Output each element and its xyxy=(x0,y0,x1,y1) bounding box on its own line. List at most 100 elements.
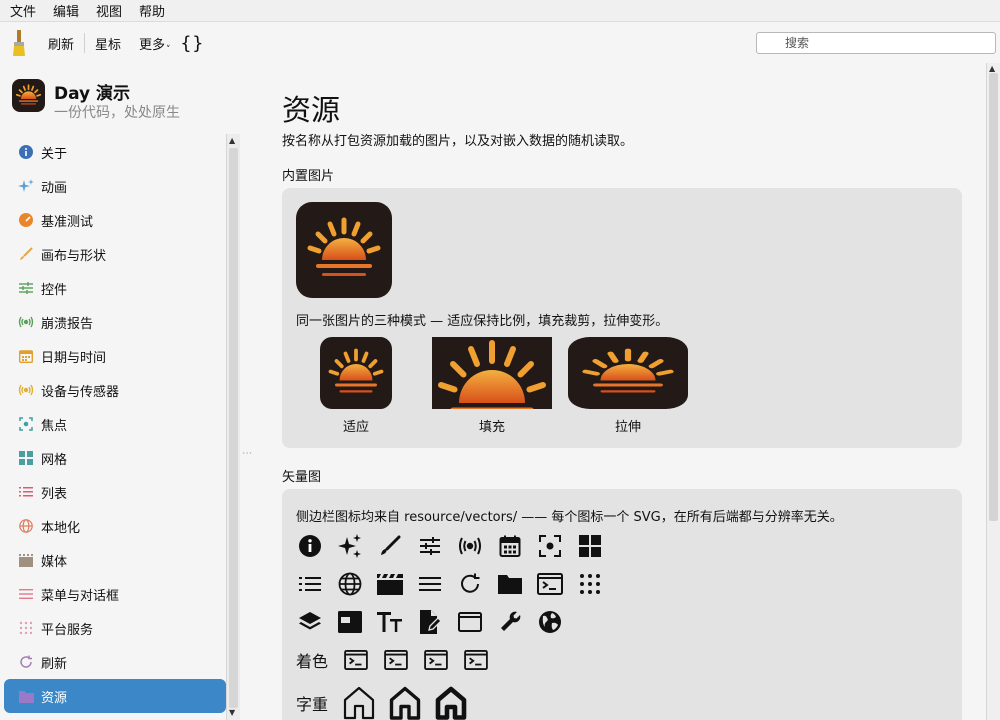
menu-help[interactable]: 帮助 xyxy=(129,1,172,20)
sidebar-item-focus[interactable]: 焦点 xyxy=(4,407,226,441)
grid-icon xyxy=(570,531,610,561)
menu-file[interactable]: 文件 xyxy=(0,1,43,20)
sidebar-item-label: 本地化 xyxy=(41,520,81,536)
sun-image-fit xyxy=(320,337,392,409)
refresh-button[interactable]: 刷新 xyxy=(42,34,80,53)
builtin-section-title: 内置图片 xyxy=(282,169,335,184)
sidebar-item-list[interactable]: 列表 xyxy=(4,475,226,509)
info-icon xyxy=(290,531,330,561)
brush-icon xyxy=(370,531,410,561)
braces-icon[interactable]: {} xyxy=(181,33,205,54)
page-description: 按名称从打包资源加载的图片，以及对嵌入数据的随机读取。 xyxy=(282,134,634,149)
window-icon xyxy=(330,607,370,637)
sidebar-item-controls[interactable]: 控件 xyxy=(4,271,226,305)
sidebar-item-label: 资源 xyxy=(41,690,68,706)
terminal-icon xyxy=(336,645,376,675)
sidebar-item-localization[interactable]: 本地化 xyxy=(4,509,226,543)
terminal-icon xyxy=(456,645,496,675)
sun-image-stretch xyxy=(568,337,688,409)
scroll-up-icon[interactable]: ▲ xyxy=(989,64,995,73)
vector-description: 侧边栏图标均来自 resource/vectors/ —— 每个图标一个 SVG… xyxy=(296,510,843,525)
scroll-up-icon[interactable]: ▲ xyxy=(229,136,235,145)
menu-bar: 文件 编辑 视图 帮助 xyxy=(0,0,1000,22)
more-button[interactable]: 更多˅ xyxy=(133,34,177,55)
builtin-images-card: 同一张图片的三种模式 — 适应保持比例，填充裁剪，拉伸变形。 适应 填充 拉伸 xyxy=(282,188,962,448)
sidebar-item-label: 崩溃报告 xyxy=(41,316,94,332)
scrollbar-thumb[interactable] xyxy=(989,73,998,521)
sidebar-item-animation[interactable]: 动画 xyxy=(4,169,226,203)
vector-row-1 xyxy=(290,531,610,561)
refresh-icon xyxy=(18,654,34,670)
sliders-icon xyxy=(410,531,450,561)
film-icon xyxy=(18,552,34,568)
scroll-down-icon[interactable]: ▼ xyxy=(229,708,235,717)
app-header: Day 演示 一份代码，处处原生 xyxy=(12,79,180,121)
refresh-icon xyxy=(450,569,490,599)
sidebar-item-label: 画布与形状 xyxy=(41,248,107,264)
sidebar-item-canvas[interactable]: 画布与形状 xyxy=(4,237,226,271)
menu-edit[interactable]: 编辑 xyxy=(43,1,86,20)
sliders-icon xyxy=(18,280,34,296)
grid-icon xyxy=(18,450,34,466)
search-input[interactable] xyxy=(756,32,996,54)
scrollbar-thumb[interactable] xyxy=(229,148,238,708)
sidebar-item-refresh[interactable]: 刷新 xyxy=(4,645,226,679)
list-icon xyxy=(18,484,34,500)
brush-icon xyxy=(18,246,34,262)
info-icon xyxy=(18,144,34,160)
sidebar-item-grid[interactable]: 网格 xyxy=(4,441,226,475)
home-icon xyxy=(382,683,428,720)
brush-icon[interactable] xyxy=(12,30,26,56)
broadcast-icon xyxy=(18,314,34,330)
dots-icon xyxy=(570,569,610,599)
sidebar-item-benchmark[interactable]: 基准测试 xyxy=(4,203,226,237)
text-size-icon xyxy=(370,607,410,637)
globe-icon xyxy=(330,569,370,599)
menu-icon xyxy=(410,569,450,599)
sidebar-item-datetime[interactable]: 日期与时间 xyxy=(4,339,226,373)
home-icon xyxy=(428,683,474,720)
sparkles-icon xyxy=(330,531,370,561)
calendar-icon xyxy=(18,348,34,364)
sensor-icon xyxy=(18,382,34,398)
sidebar-item-media[interactable]: 媒体 xyxy=(4,543,226,577)
sidebar-item-label: 设备与传感器 xyxy=(41,384,120,400)
weight-label: 字重 xyxy=(296,695,329,714)
mode-label-stretch: 拉伸 xyxy=(614,420,641,435)
sidebar-item-devices[interactable]: 设备与传感器 xyxy=(4,373,226,407)
terminal-icon xyxy=(416,645,456,675)
modes-description: 同一张图片的三种模式 — 适应保持比例，填充裁剪，拉伸变形。 xyxy=(296,314,669,329)
toolbar: 刷新 星标 更多˅ {} xyxy=(0,23,1000,63)
sidebar-item-label: 列表 xyxy=(41,486,68,502)
sidebar-item-label: 媒体 xyxy=(41,554,68,570)
sidebar-scrollbar[interactable]: ▲ ▼ xyxy=(226,134,240,720)
menu-view[interactable]: 视图 xyxy=(86,1,129,20)
sidebar-item-menus[interactable]: 菜单与对话框 xyxy=(4,577,226,611)
sidebar-item-crash[interactable]: 崩溃报告 xyxy=(4,305,226,339)
sidebar-item-label: 平台服务 xyxy=(41,622,94,638)
toolbar-separator xyxy=(84,33,86,53)
vector-row-2 xyxy=(290,569,610,599)
sidebar-nav: 关于 动画 基准测试 画布与形状 控件 崩溃报告 日期与时间 设备与传感器 焦点… xyxy=(4,135,226,720)
sidebar-item-label: 网格 xyxy=(41,452,68,468)
page-title: 资源 xyxy=(282,93,341,127)
main-content: 资源 按名称从打包资源加载的图片，以及对嵌入数据的随机读取。 内置图片 同一张图… xyxy=(242,63,986,720)
app-subtitle: 一份代码，处处原生 xyxy=(54,105,180,121)
menu-icon xyxy=(18,586,34,602)
sparkles-icon xyxy=(18,178,34,194)
sidebar-item-resources[interactable]: 资源 xyxy=(4,679,226,713)
mode-label-fill: 填充 xyxy=(478,420,505,435)
sidebar-item-label: 关于 xyxy=(41,146,68,162)
app-title: Day 演示 xyxy=(54,84,131,104)
main-scrollbar[interactable]: ▲ xyxy=(986,63,1000,720)
sidebar-item-about[interactable]: 关于 xyxy=(4,135,226,169)
star-button[interactable]: 星标 xyxy=(89,34,127,53)
sidebar-item-label: 刷新 xyxy=(41,656,68,672)
sidebar-item-platform[interactable]: 平台服务 xyxy=(4,611,226,645)
wrench-icon xyxy=(490,607,530,637)
more-label: 更多 xyxy=(139,37,166,53)
sidebar-item-label: 焦点 xyxy=(41,418,68,434)
mode-label-fit: 适应 xyxy=(342,420,369,435)
list-icon xyxy=(290,569,330,599)
vector-section-title: 矢量图 xyxy=(282,470,322,485)
